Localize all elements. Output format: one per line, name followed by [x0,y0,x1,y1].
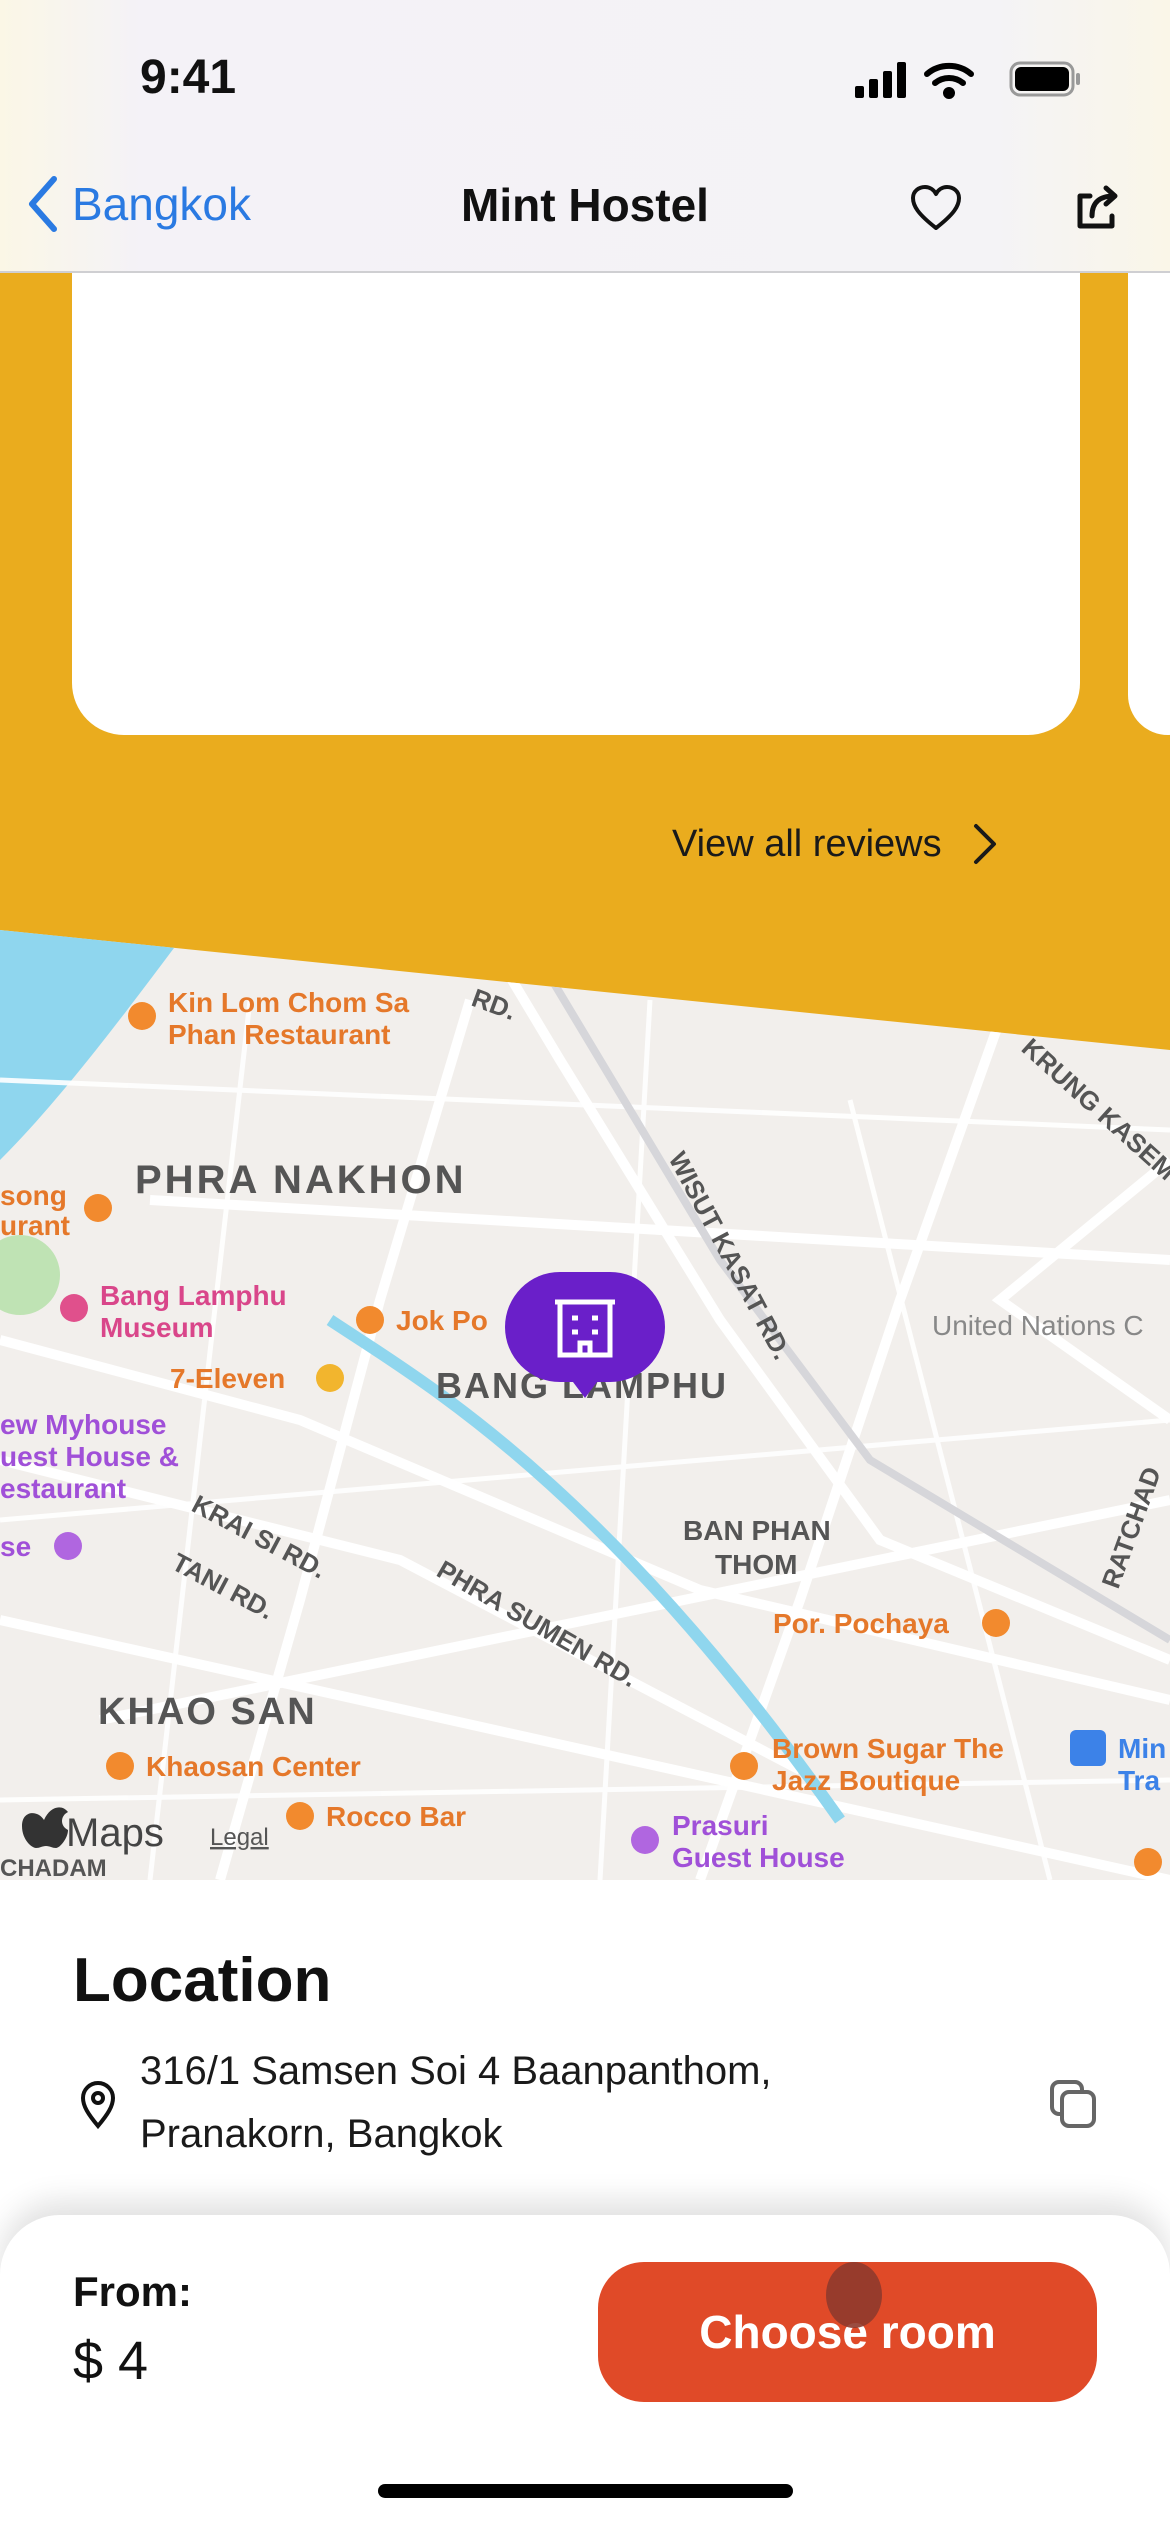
map-view[interactable]: Kin Lom Chom Sa Phan Restaurant PHRA NAK… [0,900,1170,1880]
map-label[interactable]: Min [1118,1733,1166,1764]
map-label[interactable]: urant [0,1210,70,1241]
map-label[interactable]: Khaosan Center [146,1751,361,1782]
cellular-signal-icon [855,62,906,98]
status-time: 9:41 [140,51,237,104]
map-label[interactable]: ew Myhouse [0,1409,166,1440]
map-label[interactable]: estaurant [0,1473,126,1504]
heart-icon[interactable] [910,184,962,232]
copy-icon[interactable] [1048,2078,1100,2130]
battery-icon [1009,61,1080,97]
page-title: Mint Hostel [461,179,709,231]
chevron-right-icon [973,824,996,864]
cafe-icon[interactable] [1134,1848,1162,1876]
restaurant-icon[interactable] [128,1002,156,1030]
review-card-next[interactable] [1128,273,1170,735]
map-label: BAN PHAN [683,1515,831,1546]
address-line: 316/1 Samsen Soi 4 Baanpanthom, [140,2049,772,2093]
map-label: KHAO SAN [98,1691,317,1733]
status-icons [855,61,1080,99]
address-line: Pranakorn, Bangkok [140,2112,503,2156]
hotel-icon[interactable] [631,1826,659,1854]
map-label[interactable]: Kin Lom Chom Sa [168,987,410,1018]
map-label[interactable]: Brown Sugar The [772,1733,1004,1764]
museum-icon[interactable] [60,1294,88,1322]
map-label[interactable]: Guest House [672,1842,845,1873]
legal-link[interactable]: Legal [210,1824,269,1851]
map-label[interactable]: Jok Po [396,1305,488,1336]
cafe-icon[interactable] [356,1306,384,1334]
restaurant-icon[interactable] [106,1752,134,1780]
store-icon[interactable] [316,1364,344,1392]
restaurant-icon[interactable] [982,1609,1010,1637]
map-label[interactable]: Rocco Bar [326,1801,466,1832]
share-icon[interactable] [1072,180,1122,232]
map-label[interactable]: Prasuri [672,1810,769,1841]
map-label[interactable]: Tra [1118,1765,1160,1796]
view-all-reviews-label: View all reviews [672,822,942,865]
review-card[interactable] [72,273,1080,735]
bar-icon[interactable] [286,1802,314,1830]
map-label[interactable]: 7-Eleven [170,1363,285,1394]
map-label: THOM [715,1549,797,1580]
price: $ 4 [73,2331,149,2391]
home-indicator[interactable] [378,2484,793,2498]
map-label[interactable]: song [0,1180,67,1211]
restaurant-icon[interactable] [84,1194,112,1222]
map-label[interactable]: United Nations C [932,1310,1144,1341]
transit-icon[interactable] [1070,1730,1106,1766]
address-text[interactable]: 316/1 Samsen Soi 4 Baanpanthom, Pranakor… [140,2040,772,2166]
location-heading: Location [73,1946,332,2015]
view-all-reviews-link[interactable]: View all reviews [672,822,998,866]
touch-indicator [826,2262,882,2328]
svg-text:Maps: Maps [66,1811,164,1855]
location-pin-icon [80,2081,116,2130]
from-label: From: [73,2268,192,2315]
map-label[interactable]: se [0,1531,31,1562]
map-label[interactable]: Por. Pochaya [773,1608,949,1639]
restaurant-icon[interactable] [730,1752,758,1780]
map-label[interactable]: Phan Restaurant [168,1019,391,1050]
map-label: PHRA NAKHON [135,1158,467,1202]
map-label: CHADAM [0,1855,107,1880]
map-label[interactable]: Bang Lamphu [100,1280,287,1311]
map-label[interactable]: Jazz Boutique [772,1765,960,1796]
map-label[interactable]: uest House & [0,1441,179,1472]
map-label[interactable]: Museum [100,1312,214,1343]
wifi-icon [924,62,974,99]
hotel-icon[interactable] [54,1532,82,1560]
